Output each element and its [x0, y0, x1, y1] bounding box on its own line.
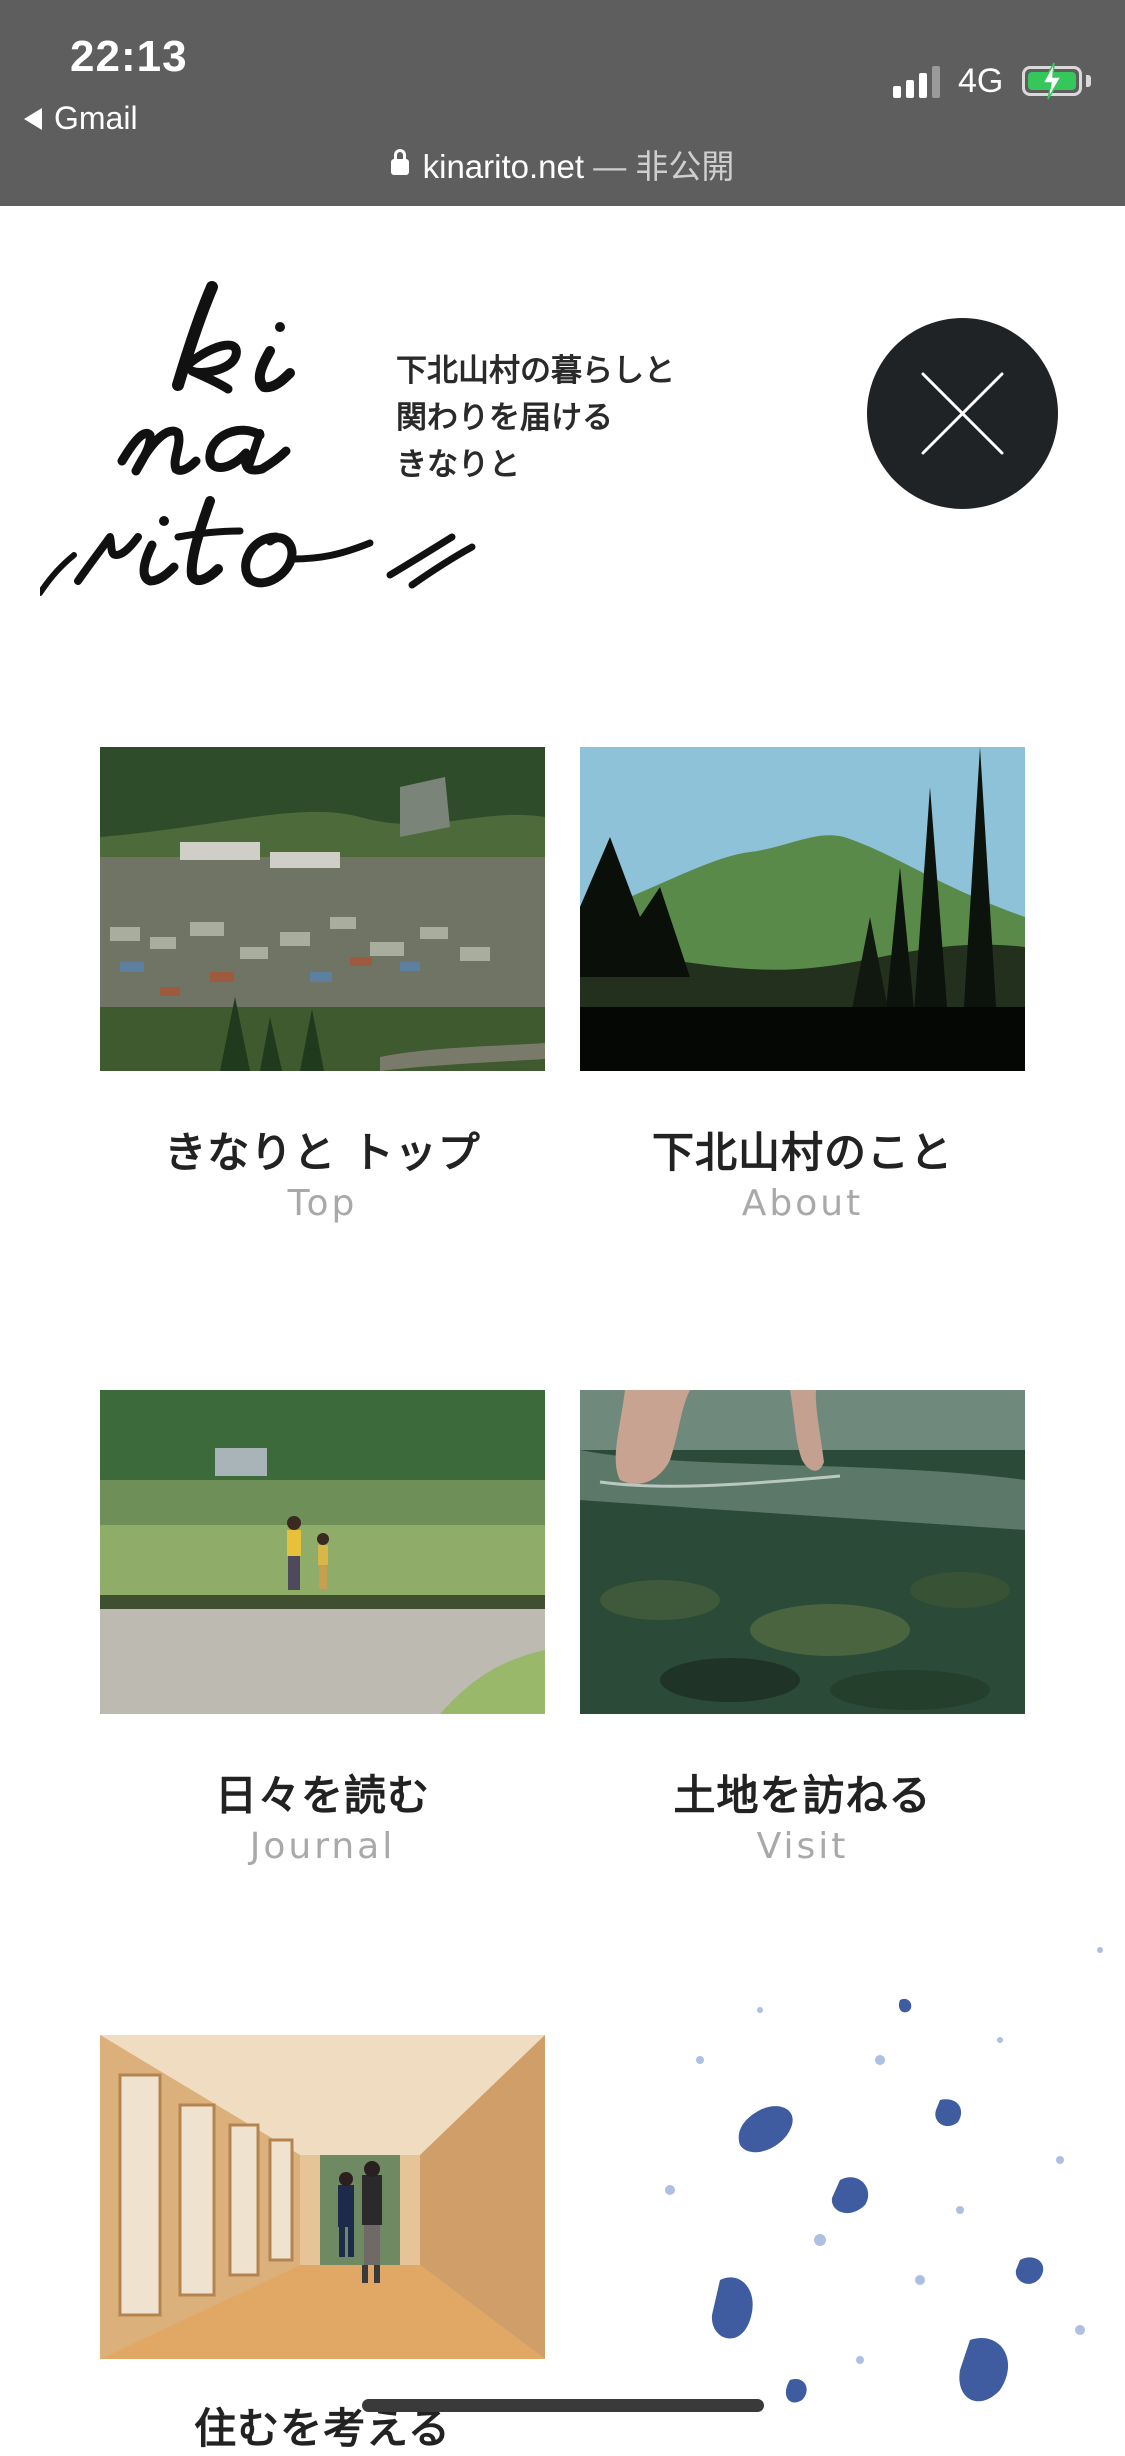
river-photo	[580, 1390, 1025, 1714]
charging-bolt-icon	[1041, 62, 1063, 100]
status-time: 22:13	[70, 32, 188, 81]
menu-item-top[interactable]: きなりと トップ Top	[100, 747, 545, 1224]
tagline-line-1: 下北山村の暮らしと	[396, 353, 675, 389]
url-text: kinarito.net	[422, 148, 585, 185]
close-menu-button[interactable]	[867, 318, 1058, 509]
back-to-app-button[interactable]: Gmail	[24, 100, 138, 137]
menu-label-jp: 下北山村のこと	[651, 1128, 953, 1177]
menu-label-en: Journal	[249, 1826, 396, 1867]
mountain-photo	[580, 747, 1025, 1071]
menu-item-journal[interactable]: 日々を読む Journal	[100, 1390, 545, 1867]
battery-cap	[1086, 75, 1091, 87]
lock-icon	[390, 149, 409, 176]
ink-splash-decoration	[665, 1947, 1103, 2403]
menu-item-live[interactable]: 住むを考える	[100, 2035, 545, 2453]
status-bar: 22:13 Gmail 4G kinarito.net — 非公開	[0, 0, 1125, 206]
signal-icon	[893, 64, 940, 98]
menu-item-about[interactable]: 下北山村のこと About	[580, 747, 1025, 1224]
home-indicator[interactable]	[362, 2399, 764, 2412]
url-private-label: — 非公開	[584, 148, 735, 185]
menu-label-jp: きなりと トップ	[164, 1128, 481, 1177]
village-photo	[100, 747, 545, 1071]
url-bar[interactable]: kinarito.net — 非公開	[0, 140, 1125, 188]
menu-item-visit[interactable]: 土地を訪ねる Visit	[580, 1390, 1025, 1867]
menu-label-jp: 土地を訪ねる	[673, 1771, 932, 1820]
menu-label-jp: 日々を読む	[214, 1771, 430, 1820]
site-tagline: 下北山村の暮らしと 関わりを届ける きなりと	[396, 348, 675, 489]
back-arrow-icon	[24, 107, 42, 130]
tagline-line-2: 関わりを届ける	[396, 400, 613, 436]
menu-label-en: Top	[287, 1183, 358, 1224]
rice-field-photo	[100, 1390, 545, 1714]
network-type: 4G	[958, 62, 1004, 100]
back-app-label: Gmail	[54, 100, 138, 136]
corridor-photo	[100, 2035, 545, 2359]
close-icon	[921, 372, 1004, 455]
tagline-line-3: きなりと	[396, 447, 520, 483]
menu-label-en: About	[741, 1183, 864, 1224]
